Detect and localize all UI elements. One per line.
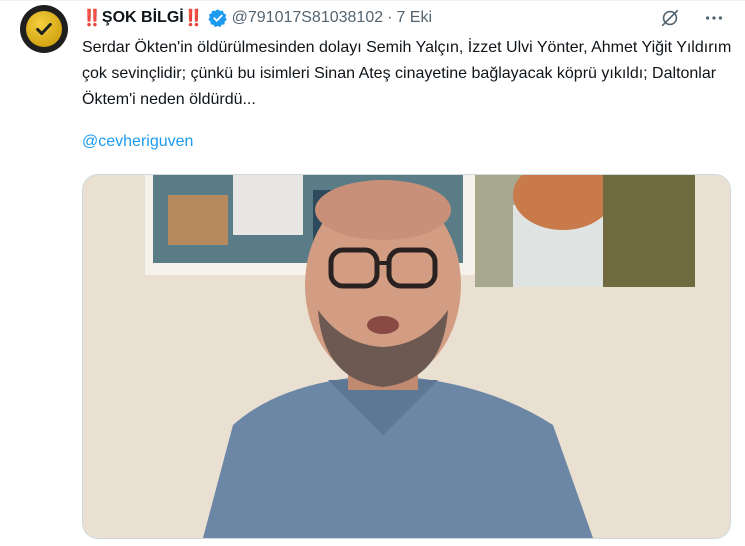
name-prefix: ‼️	[82, 10, 102, 27]
video-frame	[83, 175, 730, 538]
more-icon[interactable]	[703, 7, 725, 29]
author-name[interactable]: ŞOK BİLGİ	[102, 9, 184, 27]
mention-link[interactable]: @cevheriguven	[82, 133, 193, 151]
check-badge-icon	[26, 11, 62, 47]
grok-icon[interactable]	[659, 7, 681, 29]
name-suffix: ‼️	[183, 10, 204, 27]
tweet[interactable]: ‼️ ŞOK BİLGİ ‼️ @791017S81038102 · 7 Eki…	[0, 0, 745, 546]
tweet-video[interactable]	[82, 174, 731, 539]
verified-badge-icon[interactable]	[208, 8, 228, 28]
separator-dot: ·	[387, 9, 393, 26]
tweet-time[interactable]: 7 Eki	[396, 9, 432, 27]
author-handle[interactable]: @791017S81038102	[232, 9, 384, 27]
tweet-text: Serdar Ökten'in öldürülmesinden dolayı S…	[82, 39, 732, 108]
tweet-header: ‼️ ŞOK BİLGİ ‼️ @791017S81038102 · 7 Eki	[82, 7, 725, 29]
header-actions	[659, 7, 725, 29]
avatar[interactable]	[20, 5, 68, 53]
